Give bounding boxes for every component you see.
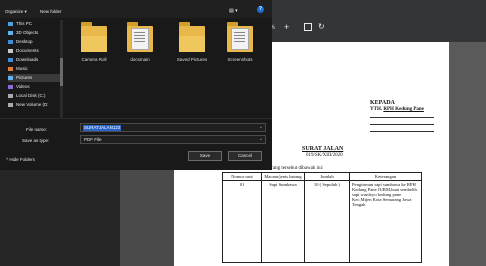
nav-item-label: This PC — [16, 21, 33, 26]
nav-item-label: Documents — [16, 48, 39, 53]
folder-screenshots[interactable]: Screenshots — [220, 22, 260, 62]
save-as-type-label: Save as type: — [22, 138, 50, 143]
save-button[interactable]: Save — [188, 151, 222, 161]
address-line — [370, 124, 434, 125]
folder-icon — [179, 22, 205, 52]
nav-item-label: Downloads — [16, 57, 39, 62]
navigation-pane: This PC 3D Objects Desktop Documents Dow… — [8, 20, 60, 118]
goods-table: Nomor urut Macam/jenis barang Jumlah Ket… — [222, 172, 422, 263]
recipient-org: RPH Kedung Pane — [383, 107, 424, 112]
pc-icon — [8, 21, 13, 26]
table-header-row: Nomor urut Macam/jenis barang Jumlah Ket… — [222, 172, 422, 181]
nav-item-music[interactable]: Music — [8, 65, 60, 73]
nav-item-this-pc[interactable]: This PC — [8, 20, 60, 28]
table-header: Nomor urut — [222, 172, 262, 181]
save-as-dialog: Organize ▾ New folder ▤ ▾ ? This PC 3D O… — [0, 0, 272, 170]
folder-label: Saved Pictures — [176, 57, 208, 62]
address-line — [370, 117, 434, 118]
nav-item-label: 3D Objects — [16, 30, 39, 35]
recipient-prefix: YTH. — [370, 107, 384, 112]
table-header: Macam/jenis barang — [261, 172, 305, 181]
folder-documents-icon — [227, 22, 253, 52]
nav-item-videos[interactable]: Videos — [8, 83, 60, 91]
nav-item-desktop[interactable]: Desktop — [8, 38, 60, 46]
nav-item-new-volume[interactable]: New Volume (D: — [8, 101, 60, 109]
music-icon — [8, 66, 13, 71]
videos-icon — [8, 84, 13, 89]
folder-saved-pictures[interactable]: Saved Pictures — [172, 22, 212, 62]
zoom-in-button[interactable]: + — [284, 22, 289, 32]
hide-folders-toggle[interactable]: ^ Hide Folders — [6, 157, 35, 162]
document-title: SURAT JALAN — [302, 146, 344, 152]
nav-item-local-disk[interactable]: Local Disk (C:) — [8, 92, 60, 100]
nav-item-label: Videos — [16, 84, 30, 89]
address-line — [370, 131, 434, 132]
rotate-icon[interactable]: ↻ — [318, 22, 325, 31]
file-name-value: SURATJALAN123 — [83, 125, 122, 131]
table-cell: 01 — [222, 180, 262, 263]
table-header: Keterangan — [349, 172, 422, 181]
folder-label: Screenshots — [227, 57, 253, 62]
cancel-button[interactable]: Cancel — [228, 151, 262, 161]
chevron-down-icon[interactable]: ⌄ — [259, 124, 263, 130]
table-row: 01 Sapi Sumbawa 10 ( Sepuluh ) Pengirima… — [222, 180, 422, 263]
documents-icon — [8, 48, 13, 53]
recipient-heading: KEPADA — [370, 100, 395, 106]
nav-item-label: New Volume (D: — [16, 102, 49, 107]
nav-item-label: Desktop — [16, 39, 33, 44]
folder-icon — [81, 22, 107, 52]
nav-item-pictures[interactable]: Pictures — [8, 74, 60, 82]
nav-scrollbar-thumb[interactable] — [60, 58, 63, 86]
folder-documents-icon — [127, 22, 153, 52]
organize-menu[interactable]: Organize ▾ — [5, 9, 27, 15]
chevron-down-icon[interactable]: ⌄ — [259, 136, 263, 142]
nav-item-documents[interactable]: Documents — [8, 47, 60, 55]
folder-label: docsmain — [130, 57, 150, 62]
disk-icon — [8, 102, 13, 107]
file-name-label: File name: — [26, 127, 48, 132]
fit-page-icon[interactable] — [304, 23, 312, 31]
file-name-input[interactable]: SURATJALAN123 ⌄ — [80, 123, 266, 132]
folder-docsmain[interactable]: docsmain — [120, 22, 160, 62]
pictures-icon — [8, 75, 13, 80]
nav-item-label: Pictures — [16, 75, 33, 80]
dialog-divider — [0, 118, 272, 119]
table-cell: 10 ( Sepuluh ) — [304, 180, 350, 263]
nav-item-downloads[interactable]: Downloads — [8, 56, 60, 64]
disk-icon — [8, 93, 13, 98]
recipient-name: YTH. RPH Kedung Pane — [370, 107, 424, 112]
document-number: 019/SK/XIII/2020 — [306, 153, 343, 158]
help-icon[interactable]: ? — [257, 6, 264, 13]
viewer-right-margin — [449, 42, 486, 266]
desktop-icon — [8, 39, 13, 44]
downloads-icon — [8, 57, 13, 62]
dialog-toolbar: Organize ▾ New folder ▤ ▾ ? — [0, 0, 272, 18]
nav-item-label: Music — [16, 66, 28, 71]
nav-item-3d-objects[interactable]: 3D Objects — [8, 29, 60, 37]
table-header: Jumlah — [304, 172, 350, 181]
folder-label: Camera Roll — [81, 57, 107, 62]
folder-camera-roll[interactable]: Camera Roll — [74, 22, 114, 62]
table-cell: Sapi Sumbawa — [261, 180, 305, 263]
view-options-button[interactable]: ▤ ▾ — [229, 8, 238, 14]
new-folder-button[interactable]: New folder — [40, 9, 62, 14]
nav-item-label: Local Disk (C:) — [16, 93, 46, 98]
save-as-type-value: PDF File — [84, 137, 102, 142]
save-as-type-select[interactable]: PDF File ⌄ — [80, 135, 266, 144]
cube-icon — [8, 30, 13, 35]
table-cell: Pengiriman sapi sumbawa ke RPH Kedung Pa… — [349, 180, 422, 263]
